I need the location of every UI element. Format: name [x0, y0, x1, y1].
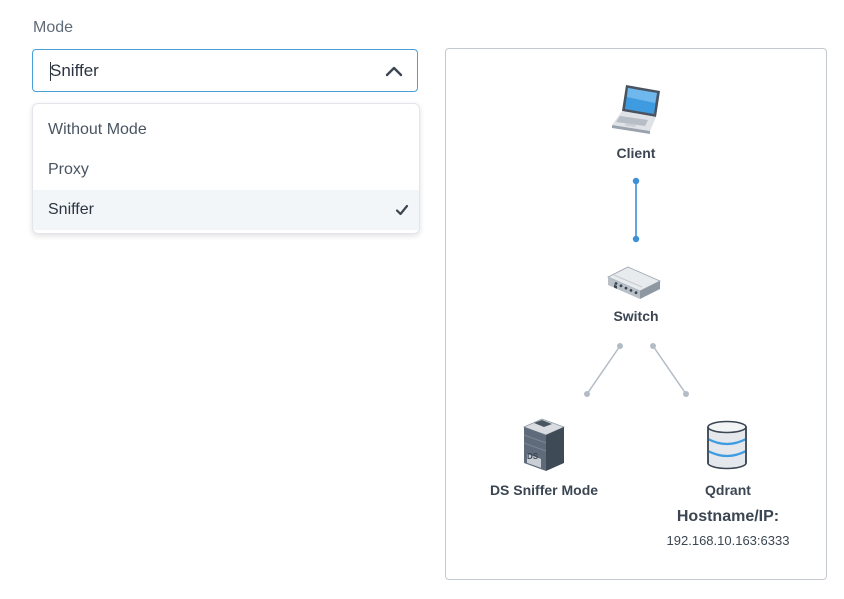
option-label: Sniffer: [48, 201, 94, 218]
sniffer-label: DS Sniffer Mode: [489, 482, 599, 498]
hostname-value: 192.168.10.163:6333: [666, 533, 790, 548]
mode-select[interactable]: Sniffer: [32, 49, 418, 92]
laptop-icon: [612, 85, 660, 134]
topology-panel: Client Switch DS DS Sniffer Mode Qdrant …: [445, 48, 827, 580]
checkmark-icon: [395, 204, 409, 216]
option-label: Proxy: [48, 161, 89, 178]
option-label: Without Mode: [48, 121, 147, 138]
chevron-up-icon[interactable]: [385, 63, 403, 79]
option-sniffer[interactable]: Sniffer: [33, 190, 419, 230]
network-switch-icon: [607, 266, 661, 299]
server-icon: [522, 418, 566, 471]
switch-qdrant-link: [650, 343, 689, 397]
option-without-mode[interactable]: Without Mode: [33, 110, 419, 150]
mode-dropdown-menu: Without Mode Proxy Sniffer: [32, 103, 420, 234]
qdrant-label: Qdrant: [705, 482, 751, 498]
switch-sniffer-link: [584, 343, 623, 397]
database-icon: [707, 420, 747, 470]
switch-label: Switch: [613, 308, 659, 324]
server-badge: DS: [527, 452, 539, 461]
option-proxy[interactable]: Proxy: [33, 150, 419, 190]
mode-select-value: Sniffer: [50, 61, 99, 80]
text-caret: [50, 62, 51, 81]
client-label: Client: [616, 145, 656, 161]
client-switch-link: [632, 177, 640, 243]
mode-label: Mode: [33, 19, 74, 36]
hostname-label: Hostname/IP:: [676, 508, 780, 525]
